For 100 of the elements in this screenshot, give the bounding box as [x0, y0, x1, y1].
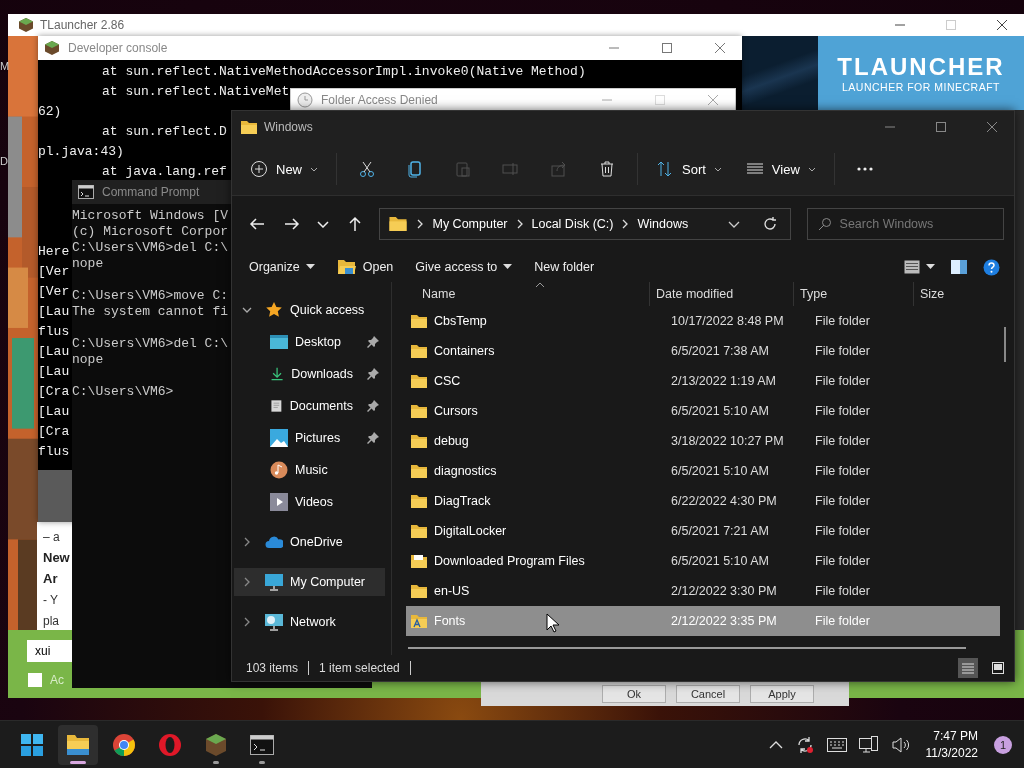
- maximize-icon: [935, 122, 946, 132]
- terminal-line: C:\Users\VM6>: [72, 384, 174, 400]
- close-icon: [986, 122, 997, 132]
- navigation-item[interactable]: My Computer: [234, 568, 385, 596]
- arrow-up-icon: [348, 216, 361, 232]
- clipboard-icon: [454, 160, 472, 178]
- desktop-icon: [270, 333, 288, 351]
- status-text: 1 item selected: [319, 661, 400, 675]
- clock-date[interactable]: 11/3/2022: [925, 744, 978, 762]
- notification-badge[interactable]: 1: [994, 735, 1012, 754]
- date-cell-text: 6/5/2021 7:38 AM: [670, 344, 770, 358]
- file-row[interactable]: en-US 2/12/2022 3:30 PM File folder: [406, 576, 1000, 606]
- address-bar[interactable]: My Computer Local Disk (C:) Windows: [379, 208, 791, 240]
- news-heading: Ar: [43, 570, 59, 588]
- navigation-item[interactable]: OneDrive: [234, 528, 385, 556]
- folder-icon: [410, 583, 428, 599]
- terminal-line: C:\Users\VM6>del C:\: [72, 240, 229, 256]
- terminal-icon: [78, 185, 94, 199]
- chevron-down-icon: [317, 220, 330, 228]
- navigation-item[interactable]: Network: [234, 608, 385, 636]
- checkbox[interactable]: [28, 673, 42, 687]
- file-row[interactable]: CSC 2/13/2022 1:19 AM File folder: [406, 366, 1000, 396]
- details-view-button[interactable]: [958, 658, 978, 678]
- file-row[interactable]: Downloaded Program Files 6/5/2021 5:10 AM File folder: [406, 546, 1000, 576]
- file-row[interactable]: Containers 6/5/2021 7:38 AM File folder: [406, 336, 1000, 366]
- refresh-icon[interactable]: [761, 216, 778, 232]
- sort-icon: [656, 160, 674, 178]
- close-icon: [707, 94, 718, 105]
- dialog-button[interactable]: Apply: [750, 685, 814, 703]
- console-line: [Ver: [38, 284, 70, 299]
- download-icon: [270, 365, 285, 383]
- dialog-button[interactable]: Ok: [602, 685, 666, 703]
- window-title: Developer console: [68, 41, 168, 55]
- navigation-item[interactable]: Downloads: [234, 360, 385, 388]
- navigation-item[interactable]: Pictures: [234, 424, 385, 452]
- navigation-item[interactable]: Quick access: [234, 296, 385, 324]
- scrollbar[interactable]: [1004, 327, 1006, 362]
- file-row[interactable]: debug 3/18/2022 10:27 PM File folder: [406, 426, 1000, 456]
- news-heading: New: [43, 549, 71, 567]
- navigation-item[interactable]: Videos: [234, 488, 385, 516]
- file-row[interactable]: Cursors 6/5/2021 5:10 AM File folder: [406, 396, 1000, 426]
- network-icon: [265, 613, 283, 631]
- terminal-line: C:\Users\VM6>del C:\: [72, 336, 229, 352]
- date-cell-text: 2/12/2022 3:35 PM: [670, 614, 778, 628]
- search-field[interactable]: Search Windows: [806, 208, 1004, 240]
- chevron-up-icon[interactable]: [768, 740, 783, 749]
- network-icon[interactable]: [858, 735, 879, 754]
- command-button[interactable]: Give access to: [406, 254, 522, 280]
- grass-block-icon: [18, 17, 34, 33]
- type-cell-text: File folder: [814, 554, 871, 568]
- breadcrumb-item[interactable]: Local Disk (C:): [531, 217, 614, 231]
- navigation-item[interactable]: Music: [234, 456, 385, 484]
- command-button[interactable]: New folder: [525, 254, 604, 280]
- command-button[interactable]: Open: [327, 254, 403, 280]
- navigation-item[interactable]: Documents: [234, 392, 385, 420]
- file-name: Fonts: [434, 614, 466, 628]
- nickname-field[interactable]: xui: [27, 640, 72, 662]
- type-cell-text: File folder: [814, 524, 871, 538]
- sort-button[interactable]: Sort: [646, 151, 732, 187]
- type-cell-text: File folder: [814, 404, 871, 418]
- window-title: Windows: [264, 120, 313, 134]
- dialog-button[interactable]: Cancel: [676, 685, 740, 703]
- folder-icon: [388, 216, 409, 232]
- command-button[interactable]: Organize: [240, 254, 324, 280]
- folder-icon: [410, 433, 428, 449]
- file-row[interactable]: DiagTrack 6/22/2022 4:30 PM File folder: [406, 486, 1000, 516]
- console-line: [Lau: [38, 404, 70, 419]
- scrollbar[interactable]: [408, 647, 966, 649]
- navigation-item[interactable]: Desktop: [234, 328, 385, 356]
- folder-icon: [410, 463, 428, 479]
- volume-icon[interactable]: [890, 735, 911, 754]
- date-cell-text: 2/12/2022 3:30 PM: [670, 584, 778, 598]
- new-button[interactable]: New: [240, 151, 328, 187]
- date-cell-text: 6/5/2021 5:10 AM: [670, 404, 770, 418]
- breadcrumb-item[interactable]: My Computer: [432, 217, 508, 231]
- column-header[interactable]: Name: [392, 282, 649, 306]
- minimize-icon: [608, 47, 619, 49]
- chevron-down-icon: [242, 307, 252, 313]
- chevron-down-icon: [713, 166, 722, 172]
- document-icon: [270, 397, 283, 415]
- console-line: [Cra: [38, 384, 70, 399]
- file-row[interactable]: DigitalLocker 6/5/2021 7:21 AM File folder: [406, 516, 1000, 546]
- folder-icon: [410, 373, 428, 389]
- column-header[interactable]: Type: [793, 282, 913, 306]
- file-row[interactable]: diagnostics 6/5/2021 5:10 AM File folder: [406, 456, 1000, 486]
- console-line: flus: [38, 324, 70, 339]
- keyboard-icon[interactable]: [826, 737, 847, 752]
- terminal-line: nope: [72, 256, 104, 272]
- terminal-line: The system cannot fi: [72, 304, 229, 320]
- file-row[interactable]: CbsTemp 10/17/2022 8:48 PM File folder: [406, 306, 1000, 336]
- breadcrumb-item[interactable]: Windows: [637, 217, 689, 231]
- taskbar-app-button[interactable]: [58, 724, 98, 765]
- view-button[interactable]: View: [735, 151, 826, 187]
- type-cell-text: File folder: [814, 344, 871, 358]
- chevron-down-icon[interactable]: [727, 220, 740, 228]
- column-header[interactable]: Size: [913, 282, 993, 306]
- column-header[interactable]: Date modified: [649, 282, 793, 306]
- chevron-right-icon: [244, 537, 250, 547]
- pane-icon: [951, 260, 967, 274]
- clock-time[interactable]: 7:47 PM: [933, 727, 978, 745]
